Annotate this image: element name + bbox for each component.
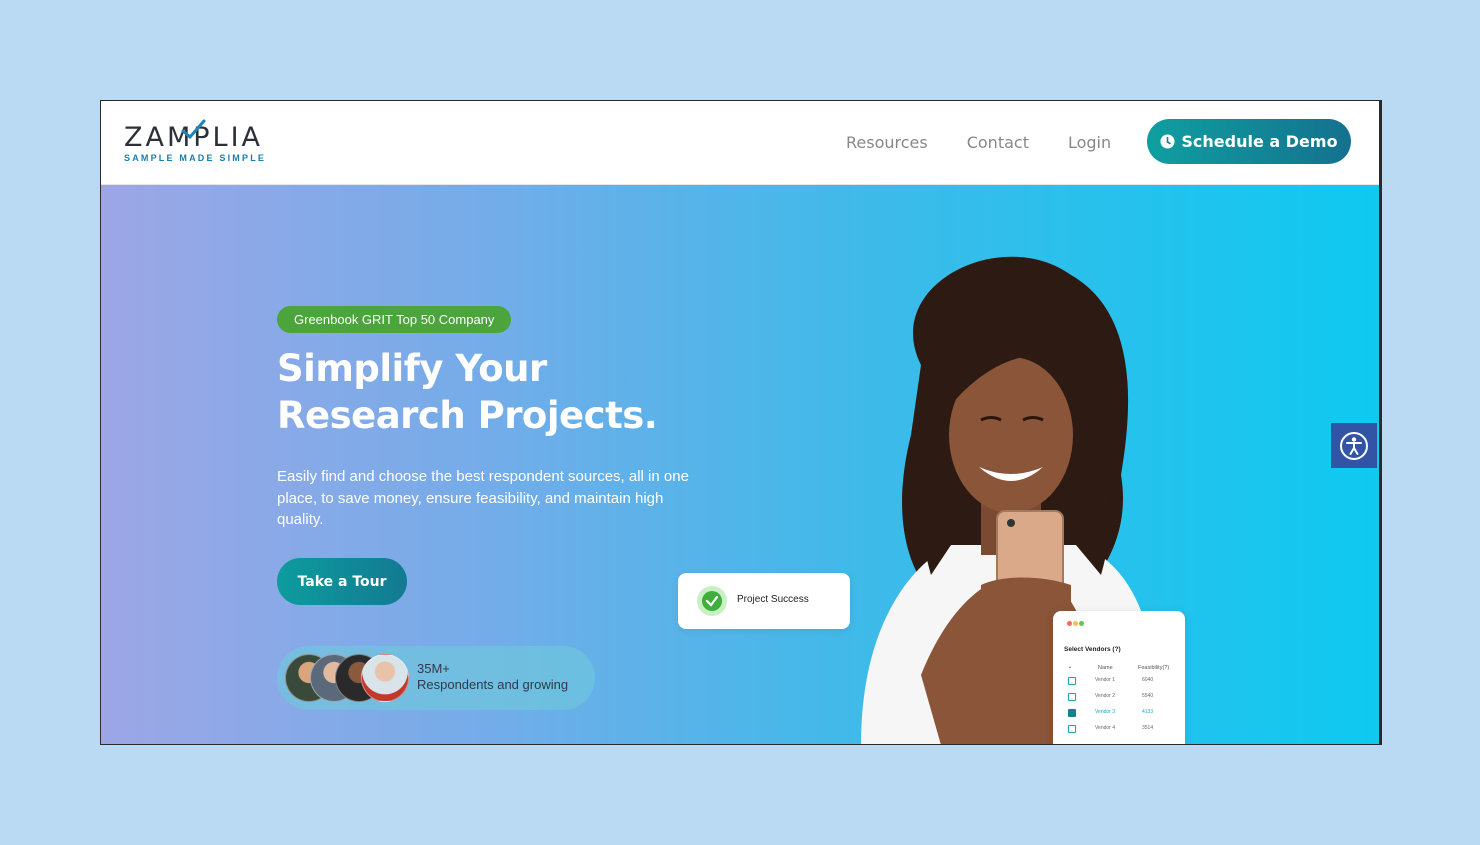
browser-frame: ZAMPLIA SAMPLE MADE SIMPLE Resources Con… — [100, 100, 1382, 745]
award-badge: Greenbook GRIT Top 50 Company — [277, 306, 512, 333]
hero-headline: Simplify Your Research Projects. — [277, 345, 777, 439]
take-tour-button[interactable]: Take a Tour — [277, 558, 407, 605]
main-nav: Resources Contact Login — [846, 101, 1150, 184]
vendor-name: Vendor 1 — [1095, 677, 1116, 683]
nav-resources[interactable]: Resources — [846, 133, 928, 152]
headline-line-1: Simplify Your — [277, 347, 547, 390]
vendor-select-card: Select Vendors (?) • Name Feasibility(?)… — [1053, 611, 1185, 744]
vendor-row[interactable]: Vendor 4 3514 — [1053, 725, 1185, 737]
nav-login[interactable]: Login — [1068, 133, 1111, 152]
check-circle-icon — [697, 586, 727, 616]
vendor-name: Vendor 2 — [1095, 693, 1116, 699]
vendor-col-name: Name — [1098, 665, 1113, 671]
vendor-name: Vendor 4 — [1095, 725, 1116, 731]
vendor-checkbox[interactable] — [1068, 725, 1076, 733]
avatar — [361, 654, 409, 702]
vendor-feasibility: 3514 — [1142, 725, 1154, 731]
schedule-demo-button[interactable]: Schedule a Demo — [1147, 119, 1351, 164]
site-header: ZAMPLIA SAMPLE MADE SIMPLE Resources Con… — [101, 101, 1379, 185]
accessibility-button[interactable] — [1331, 423, 1377, 468]
vendor-feasibility: 5540 — [1142, 693, 1154, 699]
hero-description: Easily find and choose the best responde… — [277, 468, 689, 528]
vendor-card-title: Select Vendors (?) — [1064, 646, 1121, 653]
vendor-row[interactable]: Vendor 2 5540 — [1053, 693, 1185, 705]
schedule-demo-label: Schedule a Demo — [1181, 132, 1338, 151]
logo[interactable]: ZAMPLIA SAMPLE MADE SIMPLE — [124, 119, 267, 163]
window-dots — [1067, 621, 1085, 628]
avatar-group — [285, 654, 410, 702]
respondents-pill: 35M+ Respondents and growing — [277, 646, 595, 710]
logo-tagline: SAMPLE MADE SIMPLE — [124, 153, 267, 163]
vendor-checkbox[interactable] — [1068, 677, 1076, 685]
vendor-row[interactable]: Vendor 1 6040 — [1053, 677, 1185, 689]
logo-check-icon — [181, 119, 206, 139]
project-success-card: Project Success — [678, 573, 850, 629]
vendor-col-feasibility: Feasibility(?) — [1138, 665, 1170, 671]
vendor-name: Vendor 3 — [1095, 709, 1116, 715]
clock-icon — [1160, 134, 1175, 149]
vendor-feasibility: 6040 — [1142, 677, 1154, 683]
hero-section: Greenbook GRIT Top 50 Company Simplify Y… — [101, 185, 1379, 744]
vendor-checkbox[interactable] — [1068, 709, 1076, 717]
vendor-col-index: • — [1069, 665, 1071, 671]
vendor-checkbox[interactable] — [1068, 693, 1076, 701]
accessibility-icon — [1340, 431, 1368, 460]
nav-contact[interactable]: Contact — [967, 133, 1029, 152]
vendor-row[interactable]: Vendor 3 4133 — [1053, 709, 1185, 721]
headline-line-2: Research Projects. — [277, 394, 658, 437]
respondents-label: Respondents and growing — [417, 677, 569, 692]
project-success-label: Project Success — [737, 594, 809, 605]
vendor-feasibility: 4133 — [1142, 709, 1154, 715]
respondents-count: 35M+ — [417, 661, 450, 676]
